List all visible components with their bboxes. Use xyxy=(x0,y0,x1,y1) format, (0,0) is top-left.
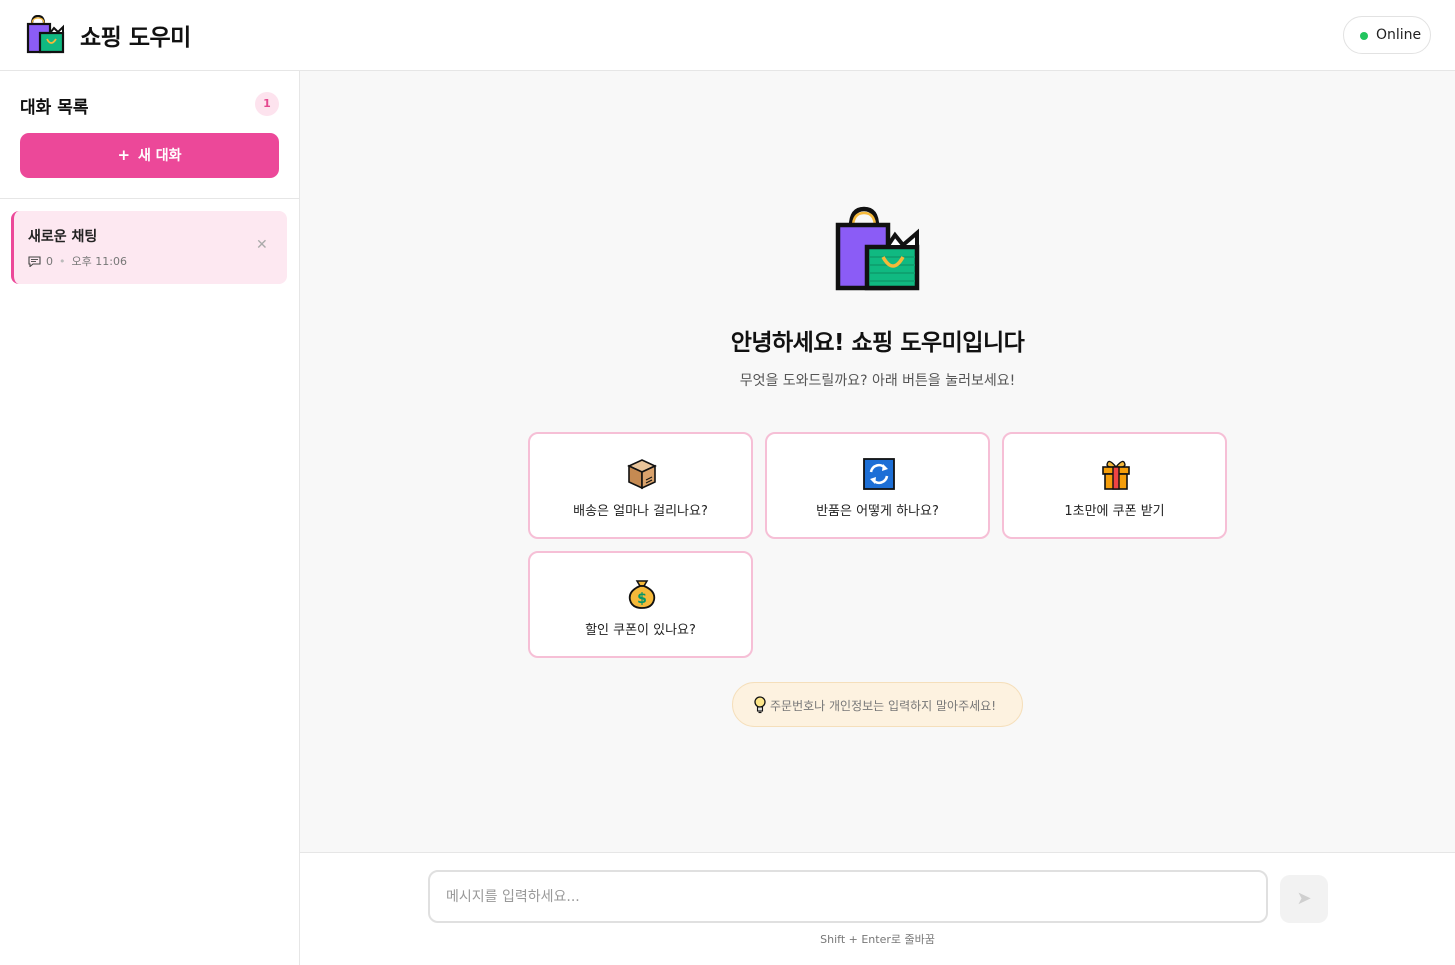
send-button[interactable]: ➤ xyxy=(1280,875,1328,923)
privacy-tip: 주문번호나 개인정보는 입력하지 말아주세요! xyxy=(732,682,1023,727)
chat-main: 안녕하세요! 쇼핑 도우미입니다 무엇을 도와드릴까요? 아래 버튼을 눌러보세… xyxy=(300,71,1455,852)
sidebar-divider xyxy=(0,198,299,199)
svg-text:$: $ xyxy=(637,591,647,607)
conversation-meta: 0 • 오후 11:06 xyxy=(28,253,127,269)
quick-action-label: 반품은 어떻게 하나요? xyxy=(816,504,939,519)
conversation-time: 오후 11:06 xyxy=(71,255,127,268)
quick-action-label: 할인 쿠폰이 있나요? xyxy=(585,623,696,638)
status-badge: Online xyxy=(1343,16,1431,54)
shopping-bags-icon xyxy=(835,206,920,291)
quick-action-shipping[interactable]: 배송은 얼마나 걸리나요? xyxy=(528,432,753,539)
conversation-item[interactable]: 새로운 채팅 0 • 오후 11:06 ✕ xyxy=(11,211,287,284)
sidebar: 대화 목록 1 + 새 대화 새로운 채팅 0 • 오후 11:06 ✕ xyxy=(0,71,300,965)
conversation-title: 새로운 채팅 xyxy=(28,229,98,245)
app-header: 쇼핑 도우미 Online xyxy=(0,0,1455,71)
money-bag-icon: $ xyxy=(628,580,656,609)
plus-icon: + xyxy=(117,146,131,164)
refresh-icon xyxy=(863,458,895,490)
new-chat-button[interactable]: + 새 대화 xyxy=(20,133,279,178)
app-title: 쇼핑 도우미 xyxy=(80,25,191,51)
conversation-message-count: 0 xyxy=(46,254,53,268)
meta-separator: • xyxy=(59,254,66,268)
close-icon[interactable]: ✕ xyxy=(256,237,268,253)
quick-action-return[interactable]: 반품은 어떻게 하나요? xyxy=(765,432,990,539)
quick-action-coupon-fast[interactable]: 1초만에 쿠폰 받기 xyxy=(1002,432,1227,539)
gift-icon xyxy=(1102,460,1130,490)
welcome-subtitle: 무엇을 도와드릴까요? 아래 버튼을 눌러보세요! xyxy=(739,373,1016,389)
online-dot-icon xyxy=(1360,32,1368,40)
new-chat-label: 새 대화 xyxy=(138,148,182,164)
shopping-bags-icon xyxy=(26,15,65,54)
package-icon xyxy=(627,459,657,490)
lightbulb-icon xyxy=(754,696,766,714)
welcome-title: 안녕하세요! 쇼핑 도우미입니다 xyxy=(730,330,1025,356)
composer: ➤ Shift + Enter로 줄바꿈 xyxy=(300,852,1455,965)
conversation-count-badge: 1 xyxy=(255,92,279,116)
quick-action-label: 배송은 얼마나 걸리나요? xyxy=(573,504,708,519)
sidebar-title: 대화 목록 xyxy=(20,98,89,118)
newline-hint: Shift + Enter로 줄바꿈 xyxy=(820,933,935,946)
message-bubble-icon xyxy=(28,255,41,267)
status-text: Online xyxy=(1376,27,1422,43)
send-icon: ➤ xyxy=(1296,888,1312,909)
quick-action-discount[interactable]: $ 할인 쿠폰이 있나요? xyxy=(528,551,753,658)
message-input[interactable] xyxy=(428,870,1268,923)
quick-action-label: 1초만에 쿠폰 받기 xyxy=(1064,504,1165,519)
tip-text: 주문번호나 개인정보는 입력하지 말아주세요! xyxy=(770,699,997,713)
